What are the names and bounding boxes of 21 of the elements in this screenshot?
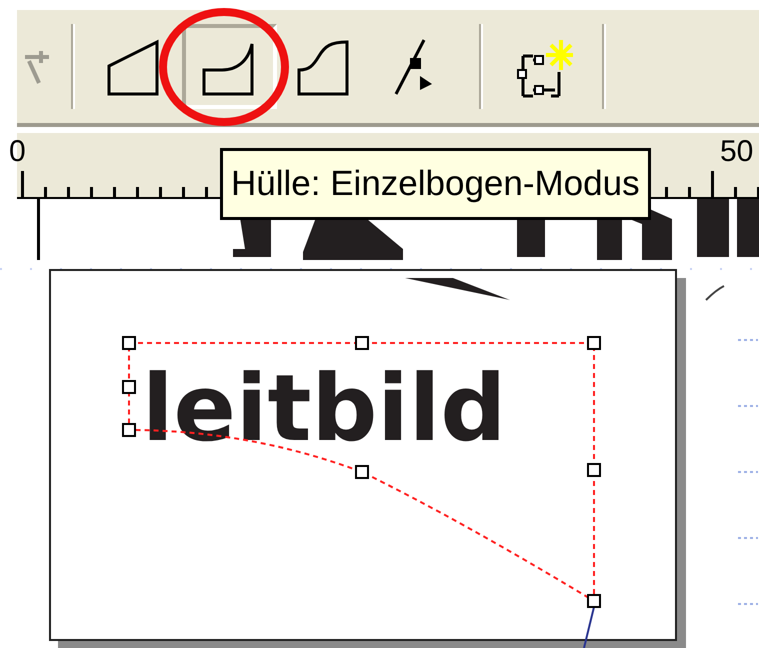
ruler-label: 0 (9, 137, 26, 167)
tooltip: Hülle: Einzelbogen-Modus (220, 148, 651, 220)
curve-fragment-icon (705, 285, 724, 301)
guide-line (738, 405, 758, 407)
envelope-handle[interactable] (587, 336, 601, 350)
envelope-handle[interactable] (122, 336, 136, 350)
guide-line (738, 537, 758, 539)
guide-line (738, 603, 758, 605)
envelope-handle[interactable] (587, 594, 601, 608)
artwork-text: leitbild (142, 355, 506, 462)
ruler-label: 50 (720, 137, 754, 167)
guide-line (738, 339, 758, 341)
envelope-handle[interactable] (122, 423, 136, 437)
control-line (583, 606, 595, 648)
toolbar-button[interactable] (182, 24, 277, 109)
envelope-handle[interactable] (355, 336, 369, 350)
envelope-handle[interactable] (355, 465, 369, 479)
pick-tool-icon (23, 48, 51, 84)
guide-line (738, 471, 758, 473)
envelope-handle[interactable] (587, 463, 601, 477)
envelope-handle[interactable] (122, 380, 136, 394)
